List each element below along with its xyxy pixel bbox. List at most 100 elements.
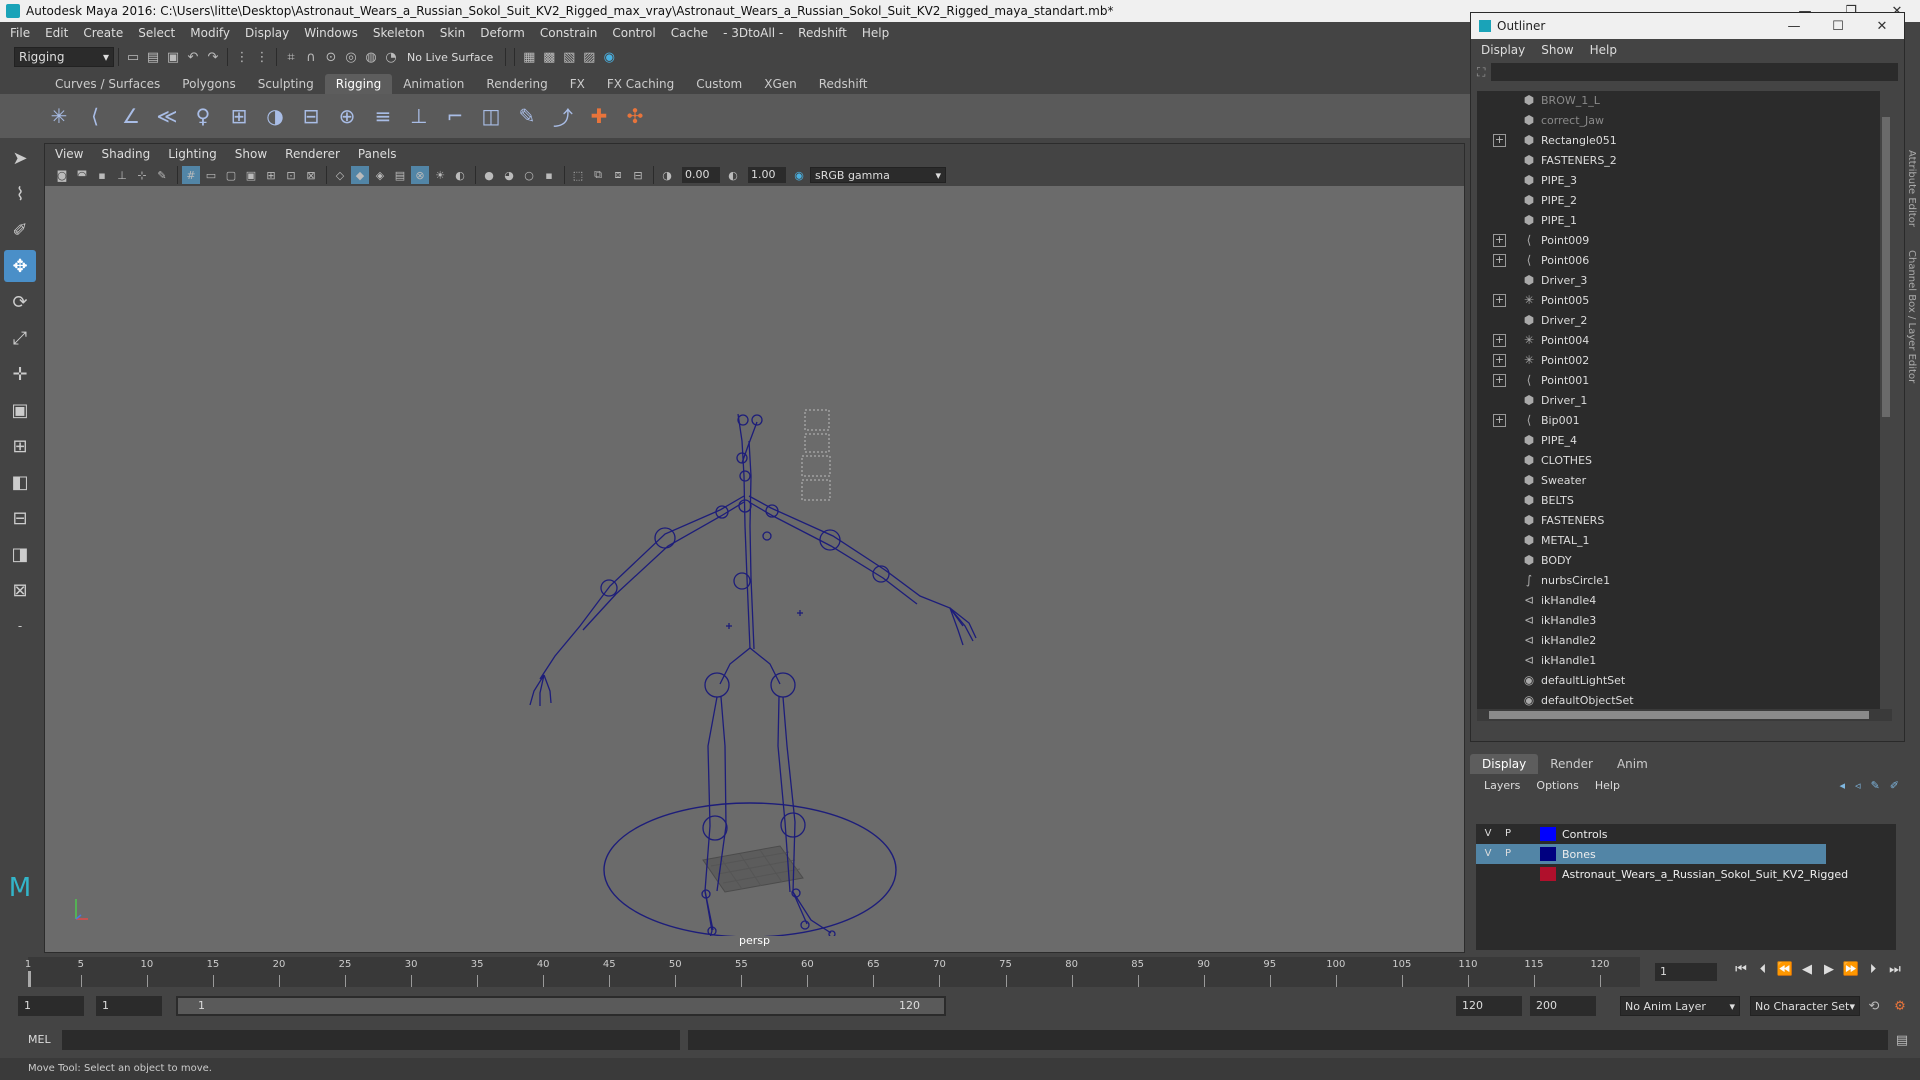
menu-deform[interactable]: Deform xyxy=(480,26,525,40)
textured-icon[interactable]: ▤ xyxy=(391,166,409,184)
grease-pencil-icon[interactable]: ✎ xyxy=(153,166,171,184)
xray-active-icon[interactable]: ⧈ xyxy=(609,166,627,184)
film-gate-icon[interactable]: ▭ xyxy=(202,166,220,184)
layer-visibility-toggle[interactable]: V xyxy=(1480,826,1496,842)
vp-menu-lighting[interactable]: Lighting xyxy=(168,147,217,161)
outliner-row[interactable]: ⬢ FASTENERS xyxy=(1477,511,1892,531)
vp-menu-renderer[interactable]: Renderer xyxy=(285,147,340,161)
range-bar[interactable]: 1 120 xyxy=(176,996,946,1016)
new-layer-icon[interactable]: ✎ xyxy=(1871,779,1880,792)
outliner-maximize-button[interactable]: ☐ xyxy=(1816,19,1860,34)
menu-help[interactable]: Help xyxy=(862,26,889,40)
image-plane-icon[interactable]: ⊥ xyxy=(113,166,131,184)
color-management-icon[interactable]: ◉ xyxy=(790,166,808,184)
single-view-layout-icon[interactable]: ▣ xyxy=(4,394,36,426)
outliner-row[interactable]: ⬢ Driver_3 xyxy=(1477,271,1892,291)
outliner-row[interactable]: ⊲ ikHandle2 xyxy=(1477,631,1892,651)
outliner-persp-layout-icon[interactable]: ◧ xyxy=(4,466,36,498)
anim-prefs-icon[interactable]: ⚙ xyxy=(1890,996,1910,1016)
outliner-row[interactable]: ⬢ METAL_1 xyxy=(1477,531,1892,551)
go-to-start-icon[interactable]: ⏮ xyxy=(1730,962,1752,977)
auto-key-icon[interactable]: ⟲ xyxy=(1864,996,1884,1016)
outliner-row[interactable]: ⬢ PIPE_4 xyxy=(1477,431,1892,451)
shelf-tab-xgen[interactable]: XGen xyxy=(753,74,808,94)
outliner-row[interactable]: ⬢ BROW_1_L xyxy=(1477,91,1892,111)
scrollbar-thumb[interactable] xyxy=(1489,711,1869,719)
orient-joint-icon[interactable]: ⊥ xyxy=(404,101,434,131)
new-scene-icon[interactable]: ▭ xyxy=(123,47,143,67)
play-forwards-icon[interactable]: ▶ xyxy=(1818,962,1840,977)
hypershade-icon[interactable]: ◉ xyxy=(599,47,619,67)
layer-tab-anim[interactable]: Anim xyxy=(1605,754,1660,774)
channel-box-tab[interactable]: Channel Box / Layer Editor xyxy=(1906,250,1917,383)
animation-end-field[interactable]: 200 xyxy=(1530,996,1596,1016)
face-controls[interactable] xyxy=(801,409,831,501)
use-lights-icon[interactable]: ☀ xyxy=(431,166,449,184)
layer-tab-render[interactable]: Render xyxy=(1538,754,1605,774)
step-forward-key-icon[interactable]: ⏩ xyxy=(1840,962,1862,977)
animation-start-field[interactable]: 1 xyxy=(18,996,84,1016)
gate-mask-icon[interactable]: ▣ xyxy=(242,166,260,184)
outliner-row[interactable]: + ⟨ Point009 xyxy=(1477,231,1892,251)
outliner-row[interactable]: + ✳ Point005 xyxy=(1477,291,1892,311)
expand-plus-icon[interactable]: + xyxy=(1493,294,1506,307)
mel-label[interactable]: MEL xyxy=(28,1033,51,1046)
playback-start-field[interactable]: 1 xyxy=(96,996,162,1016)
outliner-row[interactable]: ⬢ BODY xyxy=(1477,551,1892,571)
outliner-row[interactable]: ⬢ CLOTHES xyxy=(1477,451,1892,471)
open-scene-icon[interactable]: ▤ xyxy=(143,47,163,67)
menu-edit[interactable]: Edit xyxy=(45,26,68,40)
layer-visibility-toggle[interactable] xyxy=(1480,866,1496,882)
outliner-row[interactable]: ◉ defaultLightSet xyxy=(1477,671,1892,691)
outliner-list[interactable]: ⬢ BROW_1_L ⬢ correct_Jaw + ⬢ Rectangle051 ⬢ FAST… xyxy=(1477,91,1892,721)
outliner-row[interactable]: + ⬢ Rectangle051 xyxy=(1477,131,1892,151)
smooth-bind-icon[interactable]: ◑ xyxy=(260,101,290,131)
motion-blur-icon[interactable]: ◕ xyxy=(500,166,518,184)
menu-constrain[interactable]: Constrain xyxy=(540,26,598,40)
ik-handle-tool-icon[interactable]: ∠ xyxy=(116,101,146,131)
paint-weights-icon[interactable]: ≡ xyxy=(368,101,398,131)
layer-color-swatch[interactable] xyxy=(1540,847,1556,861)
outliner-menu-display[interactable]: Display xyxy=(1481,43,1525,57)
script-editor-icon[interactable]: ▤ xyxy=(1892,1030,1912,1050)
outliner-row[interactable]: ⊲ ikHandle3 xyxy=(1477,611,1892,631)
menu-windows[interactable]: Windows xyxy=(304,26,358,40)
menu-select[interactable]: Select xyxy=(138,26,175,40)
outliner-row[interactable]: ⬢ PIPE_2 xyxy=(1477,191,1892,211)
undo-icon[interactable]: ↶ xyxy=(183,47,203,67)
exposure-field[interactable]: 0.00 xyxy=(682,167,720,183)
vp-menu-panels[interactable]: Panels xyxy=(358,147,397,161)
current-frame-field[interactable]: 1 xyxy=(1655,963,1717,981)
outliner-row[interactable]: ◉ defaultObjectSet xyxy=(1477,691,1892,711)
shelf-tab-polygons[interactable]: Polygons xyxy=(171,74,246,94)
expand-plus-icon[interactable]: + xyxy=(1493,234,1506,247)
menu-skeleton[interactable]: Skeleton xyxy=(373,26,425,40)
insert-joint-icon[interactable]: ⟨ xyxy=(80,101,110,131)
time-slider-track[interactable]: 1 5 10 15 20 25 30 35 40 45 50 55 60 65 70 75 80 85 90 95 10… xyxy=(25,957,1640,987)
mel-command-input[interactable] xyxy=(62,1030,680,1050)
hud-icon[interactable]: ⊟ xyxy=(629,166,647,184)
blend-shape-icon[interactable]: ◫ xyxy=(476,101,506,131)
safe-title-icon[interactable]: ⊠ xyxy=(302,166,320,184)
outliner-row[interactable]: ⬢ PIPE_3 xyxy=(1477,171,1892,191)
menu-create[interactable]: Create xyxy=(83,26,123,40)
menu-display[interactable]: Display xyxy=(245,26,289,40)
outliner-menu-help[interactable]: Help xyxy=(1590,43,1617,57)
step-forward-frame-icon[interactable]: ⏵ xyxy=(1862,962,1884,977)
outliner-row[interactable]: ⬢ BELTS xyxy=(1477,491,1892,511)
render-current-icon[interactable]: ▩ xyxy=(539,47,559,67)
menu-redshift[interactable]: Redshift xyxy=(798,26,847,40)
move-tool-icon[interactable]: ✥ xyxy=(4,250,36,282)
layer-type-toggle[interactable] xyxy=(1520,826,1536,842)
shelf-tab-curves-surfaces[interactable]: Curves / Surfaces xyxy=(44,74,171,94)
graph-persp-layout-icon[interactable]: ⊟ xyxy=(4,502,36,534)
create-joints-icon[interactable]: ✳ xyxy=(44,101,74,131)
time-slider[interactable]: 1 5 10 15 20 25 30 35 40 45 50 55 60 65 70 75 80 85 90 95 10… xyxy=(0,955,1920,989)
custom-layout-icon[interactable]: ⊠ xyxy=(4,574,36,606)
layer-row[interactable]: Astronaut_Wears_a_Russian_Sokol_Suit_KV2… xyxy=(1476,864,1896,884)
viewport-panel[interactable]: View Shading Lighting Show Renderer Pane… xyxy=(44,143,1465,953)
scrollbar-thumb[interactable] xyxy=(1882,117,1890,417)
step-back-key-icon[interactable]: ⏪ xyxy=(1774,962,1796,977)
new-layer-selected-icon[interactable]: ✐ xyxy=(1890,779,1899,792)
expand-plus-icon[interactable]: + xyxy=(1493,374,1506,387)
